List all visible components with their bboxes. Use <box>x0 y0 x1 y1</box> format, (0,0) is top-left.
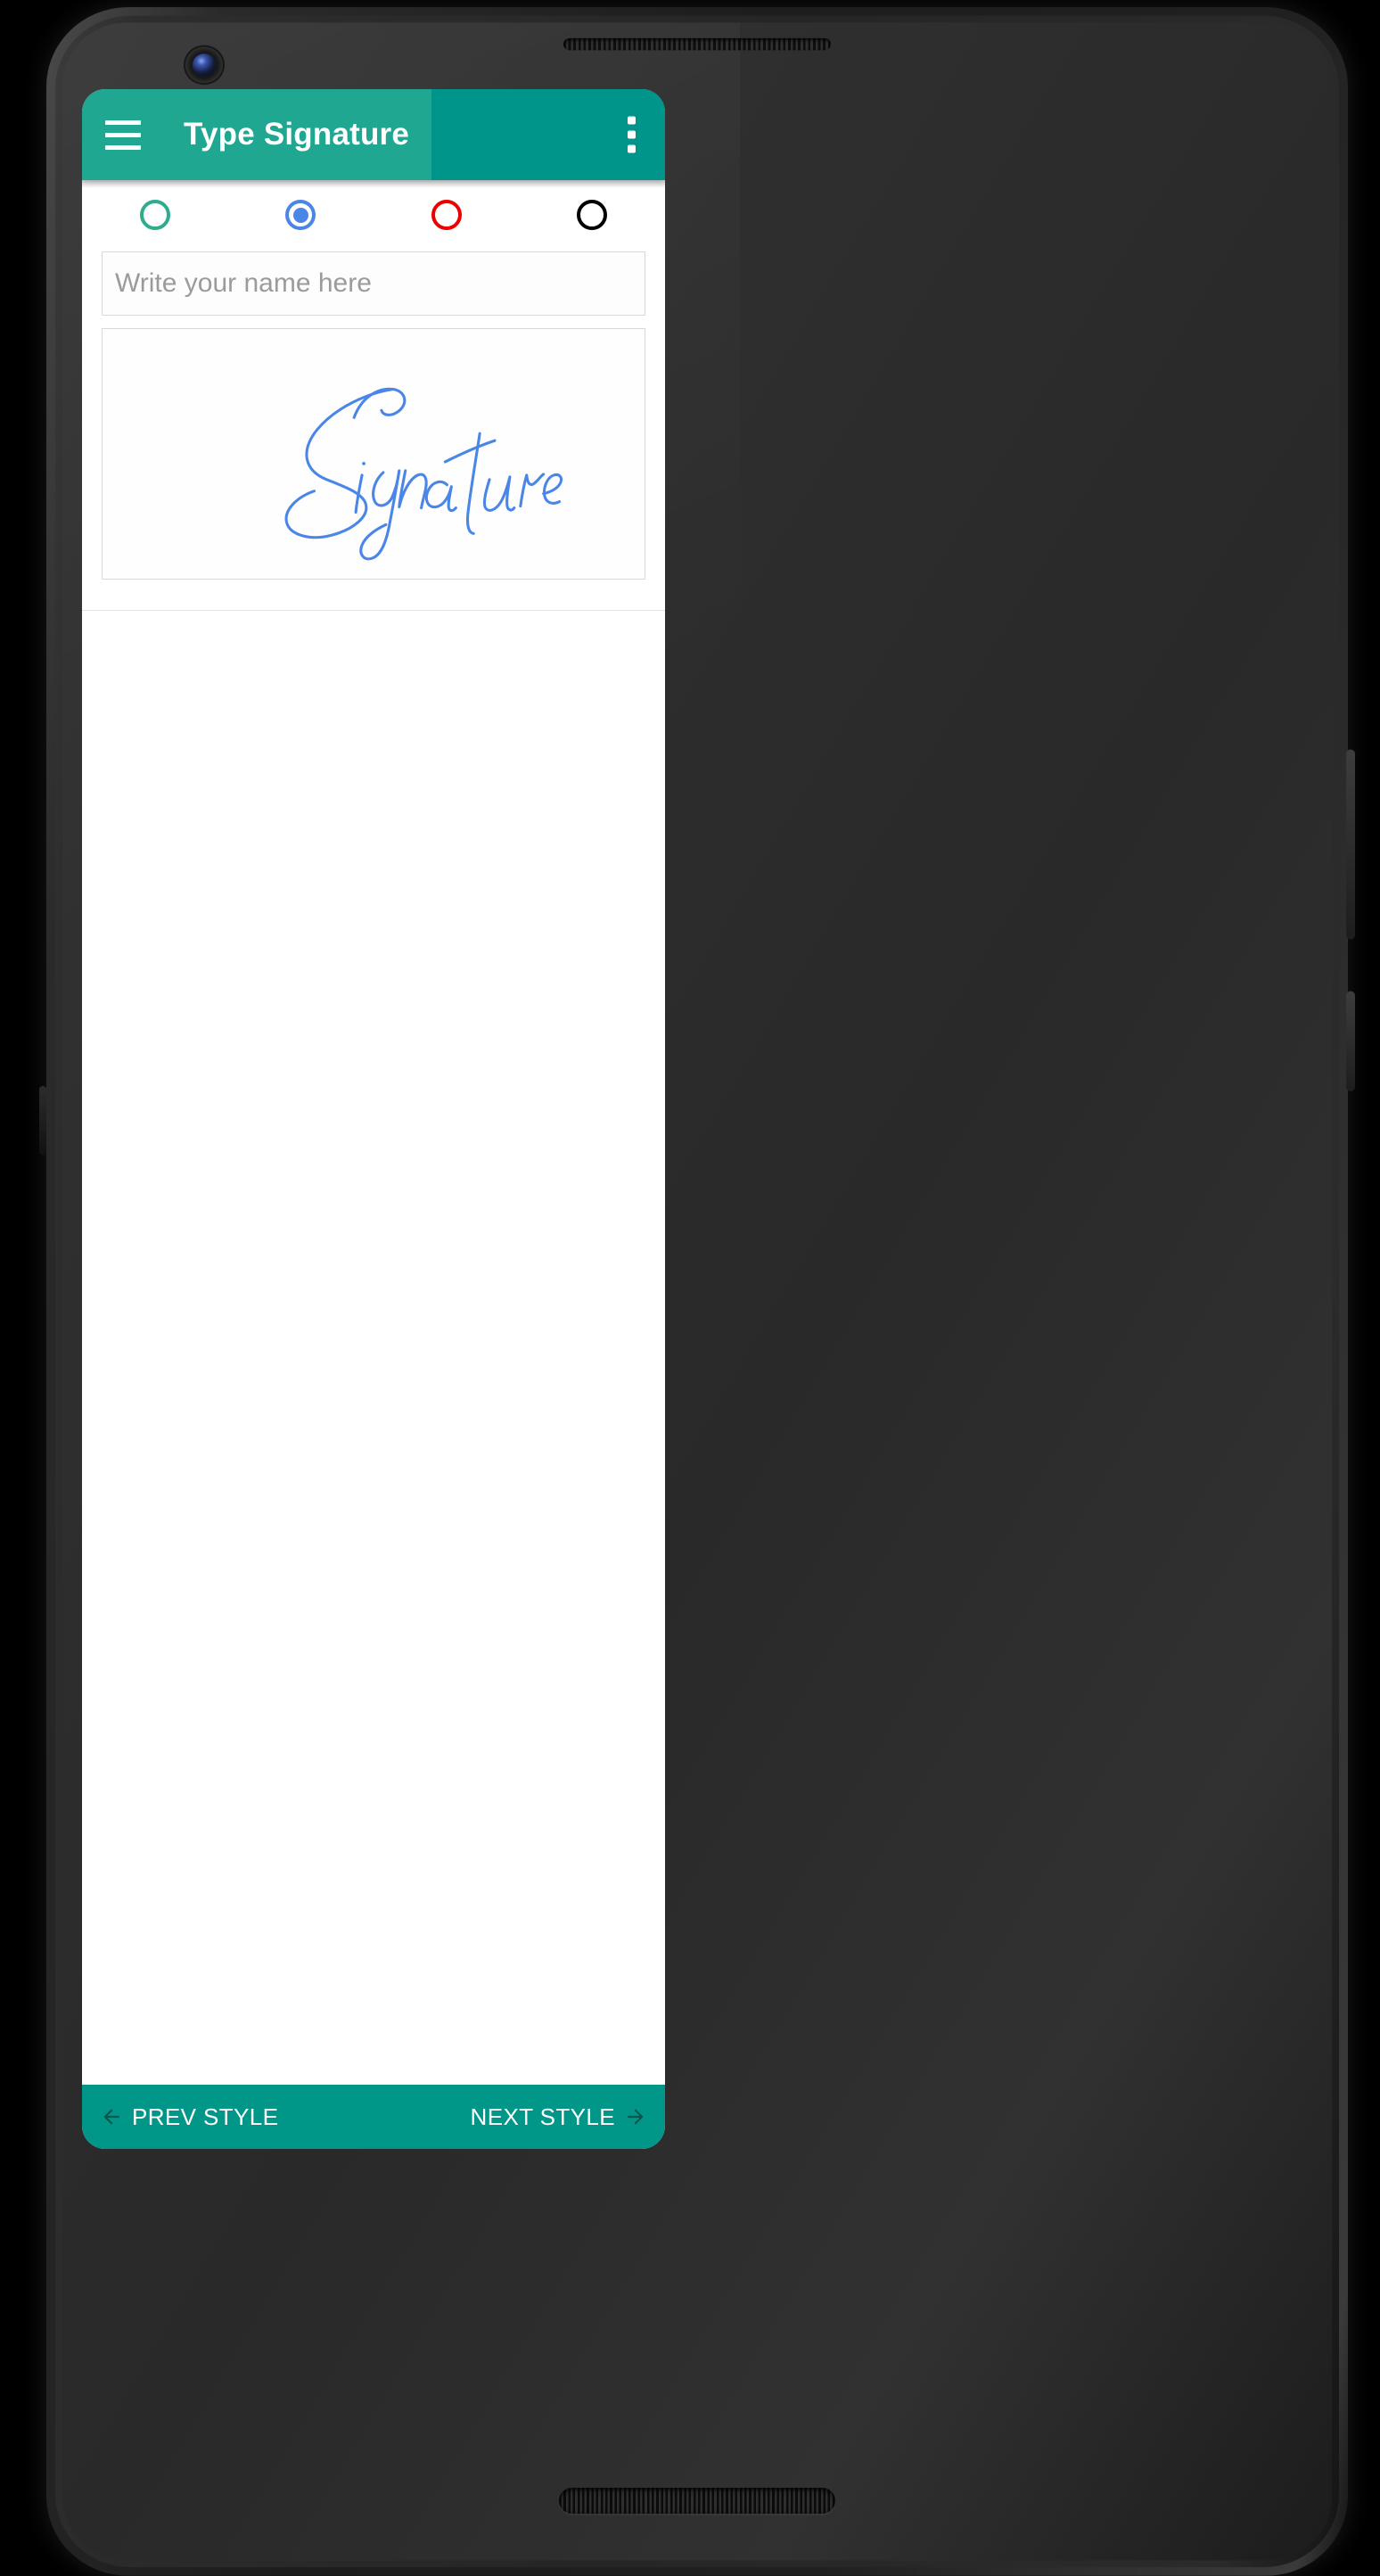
more-vert-icon[interactable] <box>626 116 637 153</box>
color-radio-group <box>82 180 665 243</box>
empty-workspace <box>82 611 665 1592</box>
volume-button[interactable] <box>1346 749 1355 940</box>
radio-dot-green <box>147 208 162 223</box>
radio-dot-black <box>585 208 600 223</box>
next-style-button[interactable]: NEXT STYLE <box>471 2103 647 2131</box>
overflow-dot <box>627 130 636 139</box>
main-content <box>82 180 665 1592</box>
bottom-speaker-grille <box>559 2488 835 2514</box>
color-option-red[interactable] <box>374 200 520 230</box>
prev-style-label: PREV STYLE <box>132 2103 279 2130</box>
name-input-container[interactable] <box>102 251 645 316</box>
radio-button-green[interactable] <box>139 200 170 230</box>
screenshot-stage: Type Signature Write your name here PREV… <box>0 0 1380 2576</box>
color-option-black[interactable] <box>520 200 666 230</box>
left-side-indent <box>39 1086 46 1156</box>
front-camera-icon <box>185 46 223 84</box>
color-option-green[interactable] <box>82 200 228 230</box>
hamburger-menu-icon[interactable] <box>105 117 146 152</box>
prev-style-button[interactable]: PREV STYLE <box>100 2103 278 2131</box>
radio-dot-red <box>439 208 454 223</box>
search-input name-input[interactable] <box>103 268 645 299</box>
color-option-blue[interactable] <box>228 200 374 230</box>
bottom-navigation-bar: PREV STYLE NEXT STYLE <box>82 2085 665 2149</box>
hamburger-line <box>105 144 141 150</box>
phone-screen: Type Signature Write your name here PREV… <box>82 89 665 2149</box>
earpiece-speaker <box>563 37 831 51</box>
radio-button-red[interactable] <box>431 200 462 230</box>
radio-button-blue[interactable] <box>285 200 316 230</box>
arrow-left-icon <box>103 2109 119 2125</box>
overflow-dot <box>627 144 636 153</box>
signature-preview-drawing <box>284 387 563 561</box>
app-bar: Type Signature <box>82 89 665 180</box>
signature-preview-box[interactable] <box>102 328 645 580</box>
radio-button-black[interactable] <box>577 200 608 230</box>
page-title: Type Signature <box>184 117 410 152</box>
arrow-right-icon <box>628 2109 644 2125</box>
overflow-dot <box>627 116 636 125</box>
radio-dot-blue <box>292 207 308 223</box>
hamburger-line <box>105 132 141 137</box>
next-style-label: NEXT STYLE <box>470 2103 615 2130</box>
hamburger-line <box>105 119 141 125</box>
power-button[interactable] <box>1346 991 1355 1091</box>
